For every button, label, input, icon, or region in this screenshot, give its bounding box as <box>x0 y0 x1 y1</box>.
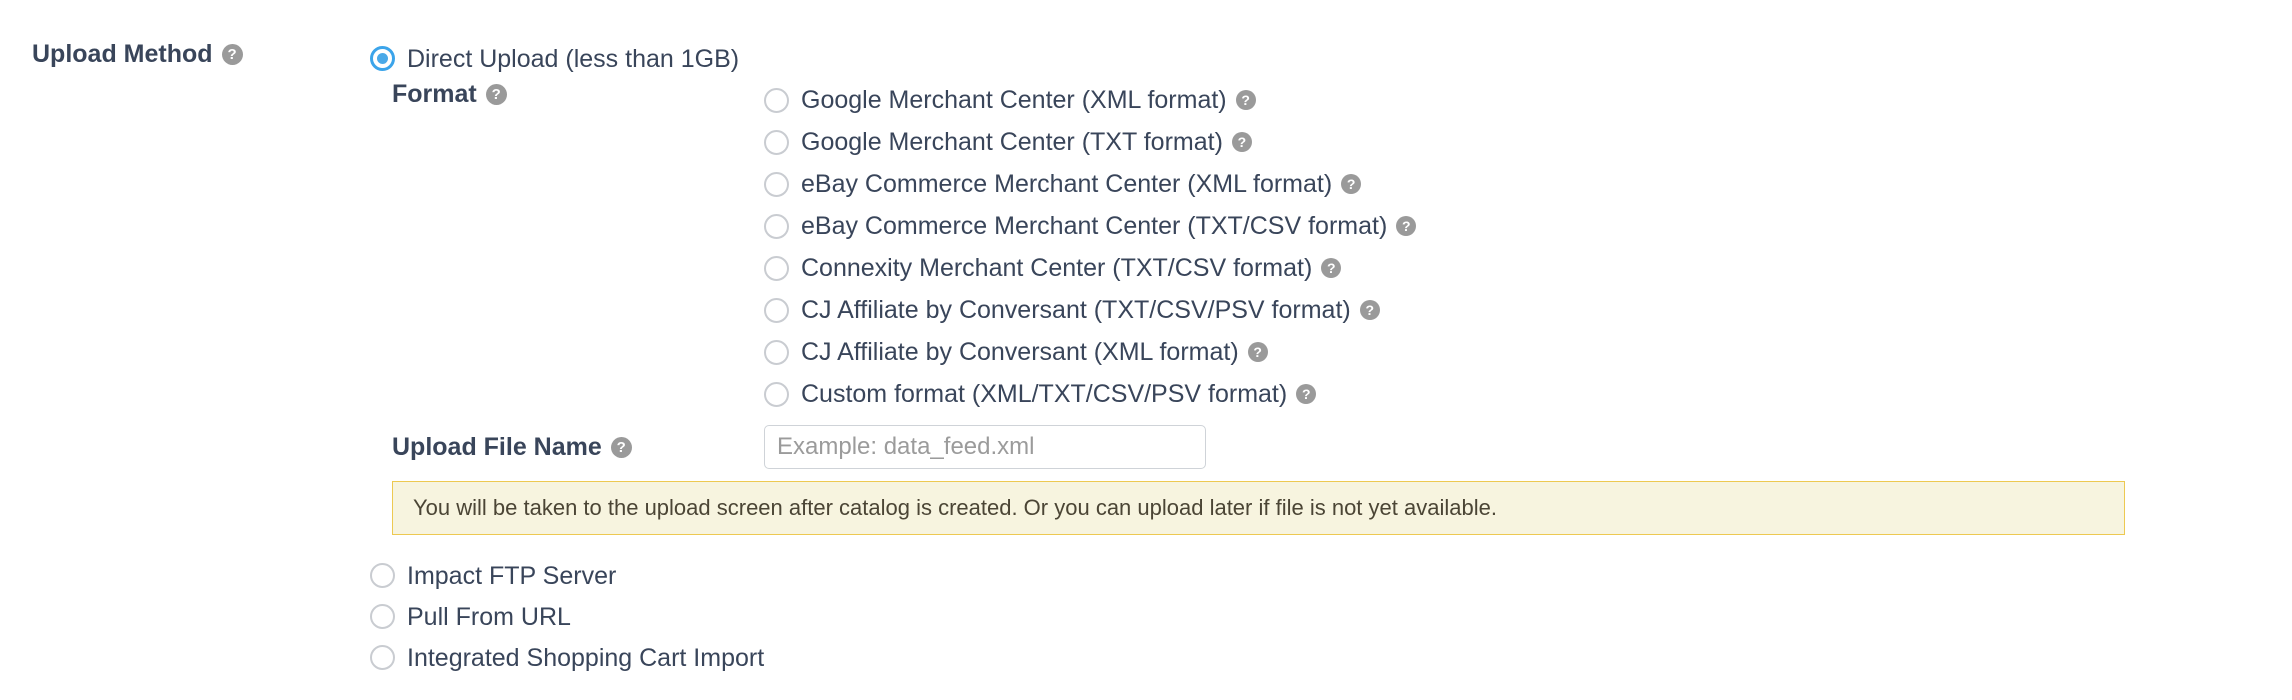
upload-method-label-text: Upload Method <box>32 40 213 68</box>
format-option-label: eBay Commerce Merchant Center (XML forma… <box>801 170 1333 198</box>
upload-file-name-label: Upload File Name ? <box>392 432 764 462</box>
format-option-label: Google Merchant Center (TXT format) <box>801 128 1223 156</box>
radio-row-pull-from-url[interactable]: Pull From URL <box>370 596 2292 637</box>
radio-row-direct-upload[interactable]: Direct Upload (less than 1GB) <box>370 38 2292 79</box>
format-option-label: Google Merchant Center (XML format) <box>801 86 1227 114</box>
radio-label-pull-from-url: Pull From URL <box>407 602 571 631</box>
help-icon[interactable]: ? <box>1321 258 1342 278</box>
format-options-list: Google Merchant Center (XML format) ? Go… <box>764 79 2292 415</box>
upload-file-name-label-text: Upload File Name <box>392 433 602 461</box>
upload-method-label: Upload Method ? <box>0 38 370 70</box>
upload-file-name-row: Upload File Name ? <box>392 425 2292 469</box>
format-option-ebay-txt-csv[interactable]: eBay Commerce Merchant Center (TXT/CSV f… <box>764 205 2292 247</box>
radio-ebay-commerce-merchant-center-txt-csv[interactable] <box>764 213 789 239</box>
radio-label-impact-ftp-server: Impact FTP Server <box>407 561 617 590</box>
radio-direct-upload[interactable] <box>370 46 395 71</box>
format-option-google-xml[interactable]: Google Merchant Center (XML format) ? <box>764 79 2292 121</box>
format-label: Format ? <box>392 79 764 109</box>
help-icon[interactable]: ? <box>1396 216 1417 236</box>
upload-method-row: Upload Method ? Direct Upload (less than… <box>0 0 2292 678</box>
help-icon[interactable]: ? <box>610 436 632 458</box>
help-icon[interactable]: ? <box>1235 90 1256 110</box>
format-option-connexity-txt-csv[interactable]: Connexity Merchant Center (TXT/CSV forma… <box>764 247 2292 289</box>
radio-label-integrated-shopping-cart-import: Integrated Shopping Cart Import <box>407 643 765 672</box>
help-icon[interactable]: ? <box>221 43 243 65</box>
upload-method-options: Direct Upload (less than 1GB) Format ? G… <box>370 38 2292 678</box>
help-icon[interactable]: ? <box>485 83 507 105</box>
radio-google-merchant-center-txt[interactable] <box>764 129 789 155</box>
radio-ebay-commerce-merchant-center-xml[interactable] <box>764 171 789 197</box>
format-row-group: Format ? Google Merchant Center (XML for… <box>392 79 2292 415</box>
format-option-label: CJ Affiliate by Conversant (TXT/CSV/PSV … <box>801 296 1351 324</box>
radio-google-merchant-center-xml[interactable] <box>764 87 789 113</box>
other-upload-methods: Impact FTP Server Pull From URL Integrat… <box>370 555 2292 678</box>
format-option-custom[interactable]: Custom format (XML/TXT/CSV/PSV format) ? <box>764 373 2292 415</box>
format-option-cj-affiliate-xml[interactable]: CJ Affiliate by Conversant (XML format) … <box>764 331 2292 373</box>
radio-integrated-shopping-cart-import[interactable] <box>370 645 395 670</box>
format-label-text: Format <box>392 80 477 108</box>
radio-cj-affiliate-by-conversant-xml[interactable] <box>764 339 789 365</box>
help-icon[interactable]: ? <box>1359 300 1380 320</box>
format-option-label: eBay Commerce Merchant Center (TXT/CSV f… <box>801 212 1388 240</box>
radio-connexity-merchant-center-txt-csv[interactable] <box>764 255 789 281</box>
upload-file-name-input[interactable] <box>764 425 1206 469</box>
format-option-label: Connexity Merchant Center (TXT/CSV forma… <box>801 254 1313 282</box>
radio-custom-format[interactable] <box>764 381 789 407</box>
radio-label-direct-upload: Direct Upload (less than 1GB) <box>407 44 740 73</box>
help-icon[interactable]: ? <box>1341 174 1362 194</box>
radio-cj-affiliate-by-conversant-txt-csv-psv[interactable] <box>764 297 789 323</box>
radio-impact-ftp-server[interactable] <box>370 563 395 588</box>
format-option-ebay-xml[interactable]: eBay Commerce Merchant Center (XML forma… <box>764 163 2292 205</box>
radio-row-integrated-shopping-cart-import[interactable]: Integrated Shopping Cart Import <box>370 637 2292 678</box>
format-option-label: CJ Affiliate by Conversant (XML format) <box>801 338 1239 366</box>
format-option-label: Custom format (XML/TXT/CSV/PSV format) <box>801 380 1288 408</box>
format-block: Format ? Google Merchant Center (XML for… <box>392 79 2292 535</box>
format-option-cj-affiliate-txt-csv-psv[interactable]: CJ Affiliate by Conversant (TXT/CSV/PSV … <box>764 289 2292 331</box>
help-icon[interactable]: ? <box>1247 342 1268 362</box>
upload-notice-banner: You will be taken to the upload screen a… <box>392 481 2125 535</box>
upload-method-form: Upload Method ? Direct Upload (less than… <box>0 0 2292 700</box>
radio-row-impact-ftp-server[interactable]: Impact FTP Server <box>370 555 2292 596</box>
format-option-google-txt[interactable]: Google Merchant Center (TXT format) ? <box>764 121 2292 163</box>
help-icon[interactable]: ? <box>1296 384 1317 404</box>
help-icon[interactable]: ? <box>1231 132 1252 152</box>
radio-pull-from-url[interactable] <box>370 604 395 629</box>
